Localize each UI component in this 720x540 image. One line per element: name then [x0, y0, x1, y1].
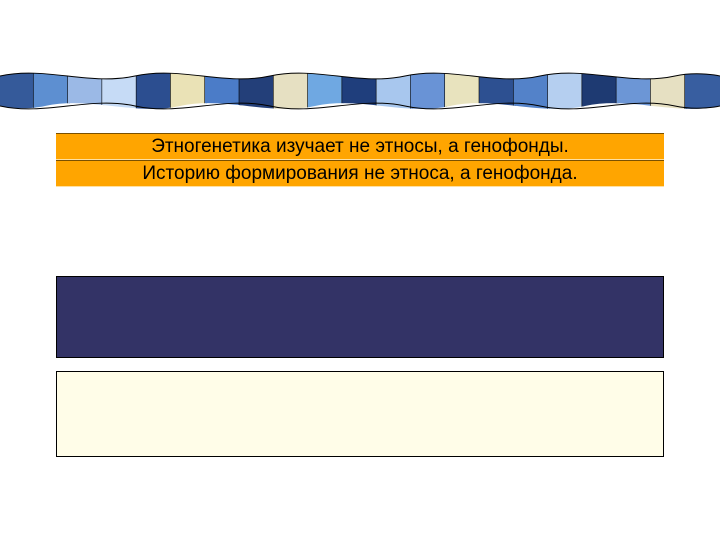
content-box-cream	[56, 371, 664, 457]
title-text-line1: Этногенетика изучает не этносы, а генофо…	[151, 137, 569, 156]
content-box-dark	[56, 276, 664, 358]
presentation-slide: Этногенетика изучает не этносы, а генофо…	[0, 0, 720, 540]
decorative-ribbon	[0, 68, 720, 114]
title-bar-line2: Историю формирования не этноса, а генофо…	[56, 160, 664, 187]
title-bar-line1: Этногенетика изучает не этносы, а генофо…	[56, 133, 664, 160]
title-text-line2: Историю формирования не этноса, а генофо…	[142, 164, 577, 183]
